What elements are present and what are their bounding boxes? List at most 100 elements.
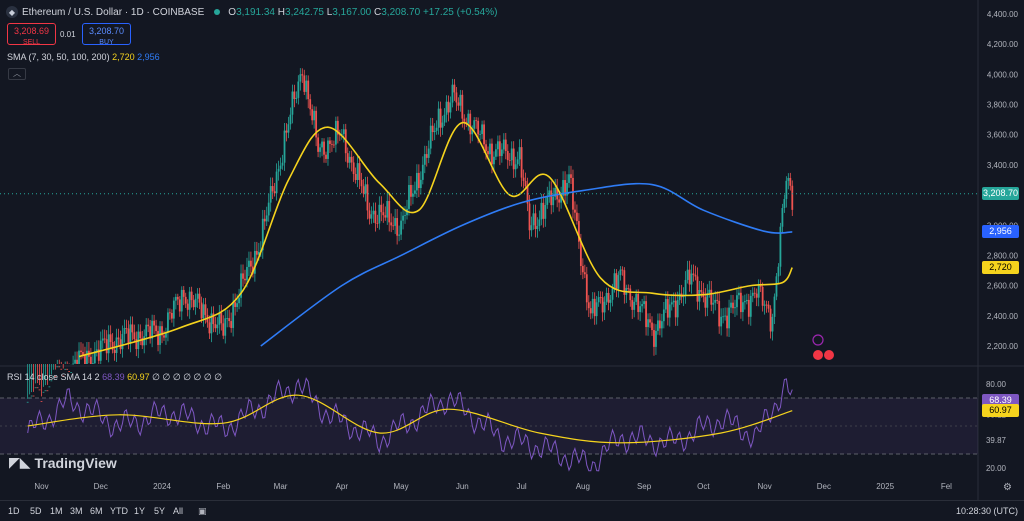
candle-body (295, 97, 298, 99)
candle-body (291, 91, 294, 115)
candle-body (394, 218, 397, 226)
time-axis-label: Nov (758, 482, 772, 491)
candle-body (785, 180, 788, 199)
candle-body (536, 226, 539, 230)
candle-body (398, 234, 401, 236)
timeframe-6m[interactable]: 6M (90, 506, 103, 516)
candle-body (718, 300, 721, 327)
date-range-icon[interactable]: ▣ (198, 506, 207, 517)
settings-gear-icon[interactable]: ⚙ (1003, 482, 1012, 493)
timeframe-all[interactable]: All (173, 506, 183, 516)
timeframe-5d[interactable]: 5D (30, 506, 42, 516)
utc-clock[interactable]: 10:28:30 (UTC) (956, 506, 1018, 516)
candle-body (611, 288, 614, 300)
candle-body (56, 366, 59, 368)
candle-body (323, 141, 325, 155)
candle-body (791, 185, 794, 210)
buy-button[interactable]: 3,208.70 BUY (82, 23, 131, 46)
candle-body (461, 94, 464, 119)
candle-body (342, 129, 345, 134)
candle-body (327, 140, 329, 159)
candle-body (491, 143, 493, 165)
time-axis-label: Apr (336, 482, 349, 491)
candle-body (479, 134, 482, 135)
candle-body (483, 124, 485, 145)
candle-body (710, 289, 713, 305)
candle-body (597, 297, 600, 303)
candle-body (392, 225, 395, 227)
candle-body (775, 276, 778, 297)
candle-body (350, 156, 353, 163)
candle-body (370, 214, 373, 219)
candle-body (414, 190, 416, 194)
timeframe-1d[interactable]: 1D (8, 506, 20, 516)
timeframe-1m[interactable]: 1M (50, 506, 63, 516)
candle-body (506, 151, 509, 161)
candle-body (188, 291, 191, 310)
candle-body (504, 139, 507, 152)
candle-body (84, 355, 86, 364)
timeframe-1y[interactable]: 1Y (134, 506, 145, 516)
candle-body (58, 366, 61, 368)
spread-value: 0.01 (60, 30, 76, 39)
candle-body (390, 222, 393, 226)
ethereum-icon: ◆ (6, 6, 18, 18)
timeframe-ytd[interactable]: YTD (110, 506, 128, 516)
candle-body (131, 324, 134, 333)
time-axis-label: Nov (34, 482, 48, 491)
candle-body (593, 298, 596, 317)
candle-body (495, 149, 497, 157)
rsi-legend[interactable]: RSI 14 close SMA 14 2 68.39 60.97 ∅ ∅ ∅ … (7, 372, 222, 383)
candle-body (309, 99, 312, 110)
candle-body (767, 304, 770, 309)
candle-body (698, 289, 701, 302)
candle-body (354, 173, 357, 181)
candle-body (360, 179, 363, 187)
chart-stage[interactable]: 4,400.00 4,200.00 4,000.00 3,800.00 3,600.00… (0, 0, 1024, 521)
candle-body (514, 164, 517, 170)
timeframe-3m[interactable]: 3M (70, 506, 83, 516)
candle-body (167, 312, 169, 333)
candle-body (485, 144, 487, 152)
candle-body (317, 137, 319, 152)
chart-canvas[interactable]: 4,400.00 4,200.00 4,000.00 3,800.00 3,600.00… (0, 0, 1024, 521)
candle-body (544, 204, 547, 219)
candle-body (174, 296, 177, 301)
candle-body (777, 266, 780, 277)
candle-body (732, 302, 734, 309)
collapse-legend-button[interactable]: ︿ (8, 68, 26, 80)
candle-body (619, 269, 622, 276)
candle-body (384, 215, 387, 218)
time-axis-label: Sep (637, 482, 652, 491)
sell-button[interactable]: 3,208.69 SELL (7, 23, 56, 46)
sma-legend[interactable]: SMA (7, 30, 50, 100, 200) 2,720 2,956 (7, 52, 160, 62)
candle-body (66, 368, 69, 370)
candle-body (757, 284, 760, 298)
timeframe-5y[interactable]: 5Y (154, 506, 165, 516)
candle-body (281, 162, 284, 166)
candle-body (115, 337, 118, 354)
candle-body (89, 356, 92, 364)
candle-body (155, 325, 157, 332)
sma-blue-tag: 2,956 (982, 225, 1019, 239)
candle-body (651, 322, 653, 331)
candle-body (283, 130, 286, 163)
candle-body (581, 266, 584, 273)
tradingview-logo[interactable]: ◤◣ TradingView (9, 454, 117, 471)
candle-body (42, 391, 45, 393)
candle-body (720, 316, 723, 327)
candle-body (510, 148, 513, 161)
symbol-title[interactable]: Ethereum / U.S. Dollar · 1D · COINBASE (22, 7, 204, 18)
candle-body (761, 286, 764, 306)
candle-body (287, 124, 290, 133)
candle-body (374, 210, 377, 224)
time-axis-label: Feb (216, 482, 230, 491)
candle-body (105, 339, 108, 354)
candle-body (708, 289, 711, 294)
candle-body (672, 300, 675, 303)
event-flag-us-icon (824, 350, 834, 360)
candle-body (423, 154, 426, 165)
candle-body (396, 218, 399, 236)
candle-body (303, 75, 306, 92)
candle-body (196, 293, 199, 299)
